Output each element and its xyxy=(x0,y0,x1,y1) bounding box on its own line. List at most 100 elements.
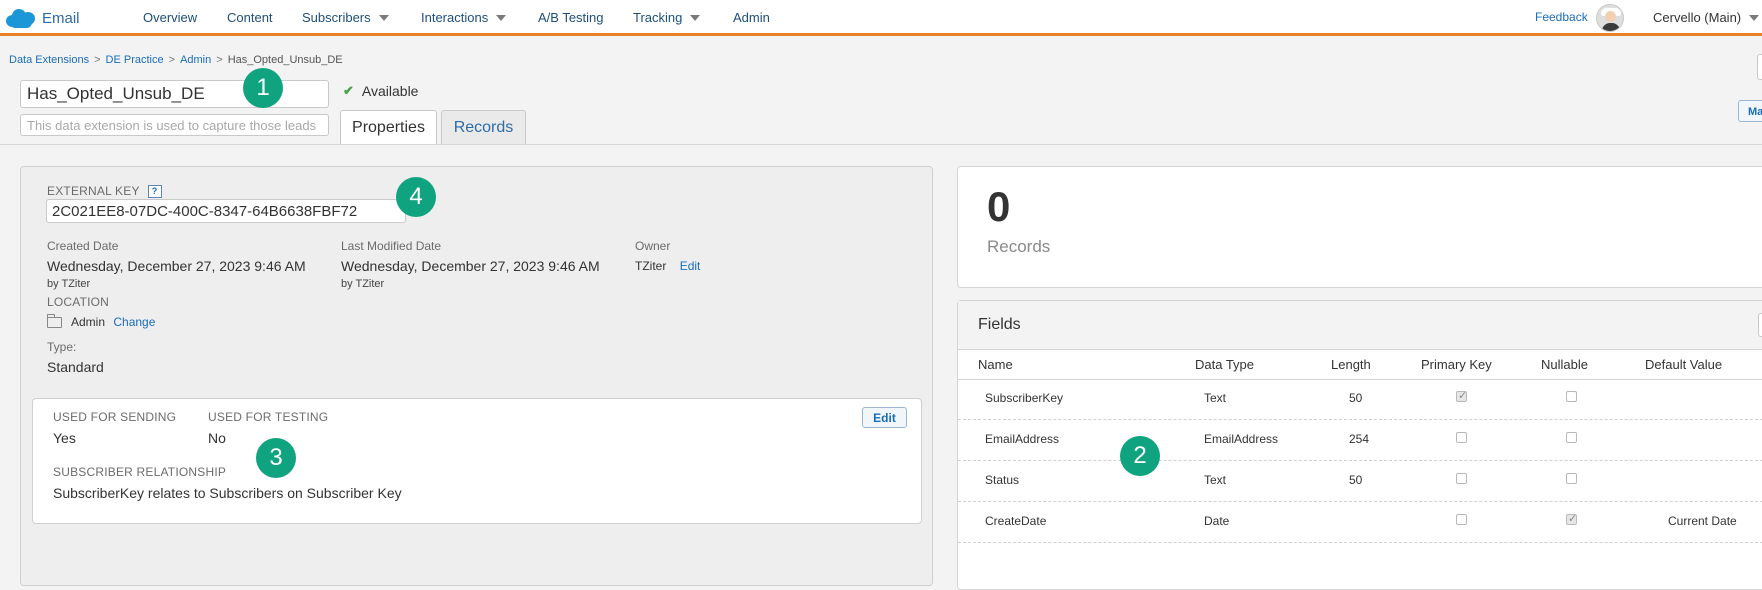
column-header-data-type[interactable]: Data Type xyxy=(1195,357,1254,372)
nullable-checkbox[interactable] xyxy=(1566,473,1577,484)
primary-key-checkbox[interactable] xyxy=(1456,514,1467,525)
nav-interactions-label: Interactions xyxy=(421,10,489,25)
used-for-sending-label: USED FOR SENDING xyxy=(53,410,177,424)
modified-by: by TZiter xyxy=(341,278,385,290)
owner-value: TZiter xyxy=(635,259,667,273)
annotation-badge-3: 3 xyxy=(256,438,296,478)
type-value: Standard xyxy=(47,359,104,375)
owner-row: TZiter Edit xyxy=(635,259,700,273)
chevron-down-icon xyxy=(378,14,389,21)
nav-interactions[interactable]: Interactions xyxy=(421,10,507,25)
subscriber-relationship-label: SUBSCRIBER RELATIONSHIP xyxy=(53,465,227,479)
column-header-default-value[interactable]: Default Value xyxy=(1645,357,1722,372)
column-header-length[interactable]: Length xyxy=(1331,357,1371,372)
account-switcher[interactable]: Cervello (Main) xyxy=(1653,10,1760,25)
table-row-name: CreateDate xyxy=(985,514,1047,528)
table-row-length: 254 xyxy=(1349,432,1370,446)
chevron-down-icon xyxy=(1749,14,1760,21)
table-row-type: Text xyxy=(1204,473,1227,487)
breadcrumb: Data Extensions > DE Practice > Admin > Has_Op… xyxy=(9,54,343,66)
nav-overview[interactable]: Overview xyxy=(143,10,197,25)
nav-ab-testing[interactable]: A/B Testing xyxy=(538,10,604,25)
nav-admin[interactable]: Admin xyxy=(733,10,770,25)
folder-icon xyxy=(47,314,62,329)
sending-edit-button[interactable]: Edit xyxy=(862,407,907,428)
nullable-checkbox[interactable] xyxy=(1566,512,1577,525)
brand-label: Email xyxy=(42,9,80,27)
created-date-value: Wednesday, December 27, 2023 9:46 AM xyxy=(47,258,306,274)
table-row-length: 50 xyxy=(1349,473,1363,487)
help-icon[interactable]: ? xyxy=(147,185,162,199)
row-divider xyxy=(958,419,1762,420)
row-divider xyxy=(958,542,1762,543)
external-key-input[interactable] xyxy=(46,199,406,223)
brand[interactable]: Email xyxy=(6,5,80,31)
fields-title: Fields xyxy=(978,316,1021,333)
external-key-label: EXTERNAL KEY? xyxy=(47,184,162,199)
primary-key-checkbox[interactable] xyxy=(1456,473,1467,484)
created-by: by TZiter xyxy=(47,278,91,290)
annotation-badge-4: 4 xyxy=(396,177,436,217)
toolbar-button-offscreen[interactable] xyxy=(1757,54,1762,80)
nav-subscribers-label: Subscribers xyxy=(302,10,371,25)
records-count: 0 xyxy=(987,183,1011,230)
breadcrumb-de-practice[interactable]: DE Practice xyxy=(106,54,164,66)
checkmark-icon: ✔ xyxy=(343,83,354,98)
salesforce-cloud-icon xyxy=(6,8,36,28)
feedback-link[interactable]: Feedback xyxy=(1535,10,1588,24)
records-count-label: Records xyxy=(987,237,1051,256)
chevron-down-icon xyxy=(690,14,701,21)
used-for-testing-value: No xyxy=(208,430,226,446)
status-text: Available xyxy=(361,83,419,99)
location-row: Admin Change xyxy=(47,314,155,329)
nav-tracking[interactable]: Tracking xyxy=(633,10,701,25)
table-row-name: SubscriberKey xyxy=(985,391,1064,405)
type-label: Type: xyxy=(47,340,77,354)
chevron-down-icon xyxy=(496,14,507,21)
primary-key-checkbox[interactable] xyxy=(1456,389,1467,402)
manage-button[interactable]: Ma xyxy=(1738,100,1762,122)
annotation-badge-1: 1 xyxy=(243,68,283,108)
breadcrumb-data-extensions[interactable]: Data Extensions xyxy=(9,54,89,66)
breadcrumb-separator: > xyxy=(94,54,101,66)
nullable-checkbox[interactable] xyxy=(1566,432,1577,443)
tab-records[interactable]: Records xyxy=(441,110,526,144)
nav-content[interactable]: Content xyxy=(227,10,273,25)
breadcrumb-current: Has_Opted_Unsub_DE xyxy=(227,54,343,66)
nav-tracking-label: Tracking xyxy=(633,10,683,25)
column-header-name[interactable]: Name xyxy=(978,357,1013,372)
tab-properties[interactable]: Properties xyxy=(340,110,437,145)
column-header-nullable[interactable]: Nullable xyxy=(1541,357,1588,372)
table-row-type: Date xyxy=(1204,514,1230,528)
fields-toolbar-button-offscreen[interactable] xyxy=(1758,313,1762,337)
description-input[interactable] xyxy=(20,114,329,136)
breadcrumb-admin[interactable]: Admin xyxy=(180,54,211,66)
used-for-sending-value: Yes xyxy=(53,430,76,446)
location-label: LOCATION xyxy=(47,295,110,309)
table-row-length: 50 xyxy=(1349,391,1363,405)
used-for-testing-label: USED FOR TESTING xyxy=(208,410,329,424)
breadcrumb-separator: > xyxy=(168,54,176,66)
owner-edit-link[interactable]: Edit xyxy=(680,259,701,273)
annotation-badge-2: 2 xyxy=(1120,436,1160,476)
created-date-label: Created Date xyxy=(47,239,119,253)
table-row-name: EmailAddress xyxy=(985,432,1060,446)
last-modified-value: Wednesday, December 27, 2023 9:46 AM xyxy=(341,258,600,274)
tab-divider xyxy=(0,144,1762,145)
location-change-link[interactable]: Change xyxy=(113,315,155,329)
avatar-face xyxy=(1605,11,1616,22)
last-modified-label: Last Modified Date xyxy=(341,239,442,253)
row-divider xyxy=(958,501,1762,502)
avatar[interactable] xyxy=(1596,4,1624,32)
status-indicator: ✔ Available xyxy=(343,83,418,99)
primary-key-checkbox[interactable] xyxy=(1456,432,1467,443)
avatar-body xyxy=(1602,23,1620,31)
nullable-checkbox[interactable] xyxy=(1566,391,1577,402)
column-header-primary-key[interactable]: Primary Key xyxy=(1421,357,1492,372)
owner-label: Owner xyxy=(635,239,671,253)
table-row-type: EmailAddress xyxy=(1204,432,1279,446)
location-value: Admin xyxy=(71,315,106,329)
nav-subscribers[interactable]: Subscribers xyxy=(302,10,389,25)
table-header-divider xyxy=(958,379,1762,380)
table-row-name: Status xyxy=(985,473,1020,487)
